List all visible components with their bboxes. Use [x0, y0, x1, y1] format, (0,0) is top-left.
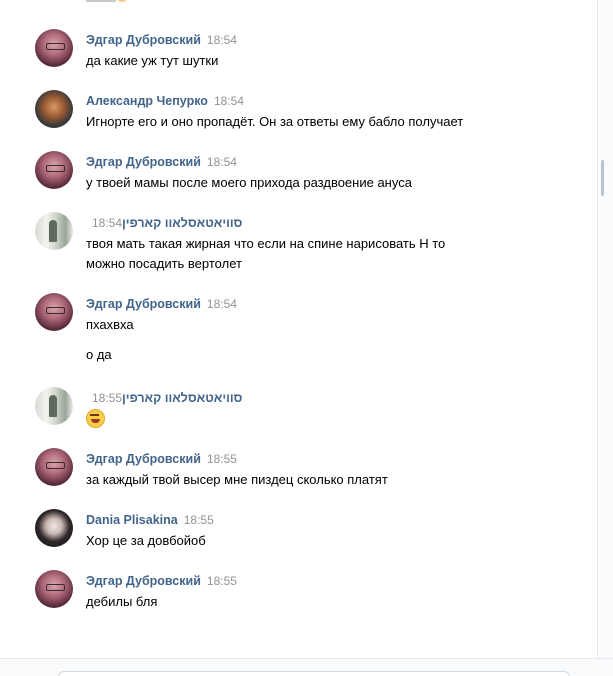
message-line: у твоей мамы после моего прихода раздвое… [86, 175, 412, 190]
avatar[interactable] [35, 29, 73, 67]
message-text [86, 409, 526, 434]
message-time[interactable]: 18:54 [214, 94, 244, 108]
avatar[interactable] [35, 387, 73, 425]
avatar[interactable] [35, 151, 73, 189]
scrollbar[interactable] [597, 0, 613, 658]
author-name[interactable]: סוויאטאסלאוו קארפין [122, 216, 242, 230]
avatar[interactable] [35, 293, 73, 331]
author-name[interactable]: Александр Чепурко [86, 94, 208, 108]
message-line: твоя мать такая жирная что если на спине… [86, 236, 446, 251]
message-time[interactable]: 18:55 [207, 452, 237, 466]
message-text: Хор це за довбойоб [86, 531, 526, 551]
message-header: Эдгар Дубровский 18:54 [86, 153, 237, 171]
message-line: за каждый твой высер мне пиздец сколько … [86, 472, 388, 487]
message-text: у твоей мамы после моего прихода раздвое… [86, 173, 526, 193]
message-line: Хор це за довбойоб [86, 533, 206, 548]
message-time[interactable]: 18:54 [207, 155, 237, 169]
message-header: Александр Чепурко 18:54 [86, 92, 244, 110]
message-text: дебилы бля [86, 592, 526, 612]
message-text: за каждый твой высер мне пиздец сколько … [86, 470, 526, 490]
chat-page: Эдгар Дубровский 18:54 да какие уж тут шу… [0, 0, 613, 676]
message-feed: Эдгар Дубровский 18:54 да какие уж тут шу… [0, 0, 598, 658]
composer-area [0, 659, 613, 676]
message-time[interactable]: 18:55 [92, 391, 122, 405]
message-line: можно посадить вертолет [86, 256, 242, 271]
message-text: да какие уж тут шутки [86, 51, 526, 71]
cut-off-text [86, 0, 116, 2]
message-time[interactable]: 18:55 [207, 574, 237, 588]
message-header: Dania Plisakina 18:55 [86, 511, 214, 529]
message-text-followup: о да [86, 347, 112, 362]
scroll-thumb[interactable] [601, 160, 604, 196]
message-text: пхахвха [86, 315, 526, 335]
message-input[interactable] [58, 671, 570, 676]
message-header: Эдгар Дубровский 18:54 [86, 31, 237, 49]
avatar[interactable] [35, 212, 73, 250]
previous-message-fragment [86, 0, 130, 6]
message-header: Эдгар Дубровский 18:55 [86, 572, 237, 590]
message-time[interactable]: 18:54 [207, 297, 237, 311]
message-time[interactable]: 18:55 [184, 513, 214, 527]
message-time[interactable]: 18:54 [207, 33, 237, 47]
avatar[interactable] [35, 90, 73, 128]
message-header: Эдгар Дубровский 18:54 [86, 295, 237, 313]
message-line: пхахвха [86, 317, 134, 332]
author-name[interactable]: Эдгар Дубровский [86, 452, 201, 466]
message-text: твоя мать такая жирная что если на спине… [86, 234, 526, 274]
author-name[interactable]: Эдгар Дубровский [86, 297, 201, 311]
author-name[interactable]: Эдгар Дубровский [86, 574, 201, 588]
avatar[interactable] [35, 509, 73, 547]
message-header: Эдгар Дубровский 18:55 [86, 450, 237, 468]
avatar[interactable] [35, 570, 73, 608]
message-line: да какие уж тут шутки [86, 53, 219, 68]
message-header: סוויאטאסלאוו קארפין18:54 [86, 214, 242, 232]
author-name[interactable]: Dania Plisakina [86, 513, 178, 527]
message-text: Игнорте его и оно пропадёт. Он за ответы… [86, 112, 526, 132]
laughing-emoji-icon [86, 409, 105, 428]
author-name[interactable]: Эдгар Дубровский [86, 155, 201, 169]
cut-off-emoji-icon [116, 0, 128, 2]
author-name[interactable]: סוויאטאסלאוו קארפין [122, 391, 242, 405]
message-line: Игнорте его и оно пропадёт. Он за ответы… [86, 114, 464, 129]
avatar[interactable] [35, 448, 73, 486]
author-name[interactable]: Эдгар Дубровский [86, 33, 201, 47]
message-time[interactable]: 18:54 [92, 216, 122, 230]
message-line: дебилы бля [86, 594, 158, 609]
message-header: סוויאטאסלאוו קארפין18:55 [86, 389, 242, 407]
